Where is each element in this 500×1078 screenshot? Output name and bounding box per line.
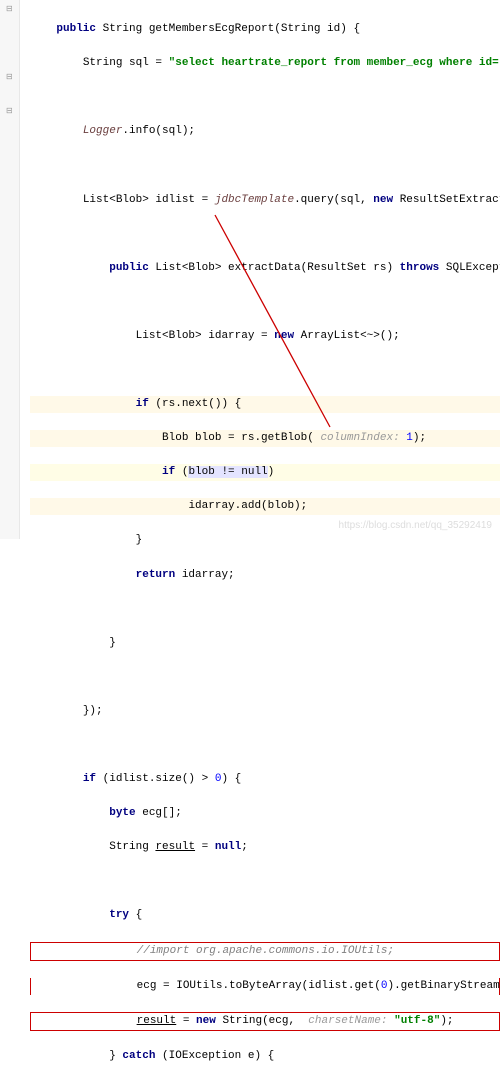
string-literal: "utf-8" (394, 1015, 440, 1027)
code-text: ResultSetExtractor<List<Blob>>() { (393, 194, 500, 206)
code-text: } (136, 534, 143, 546)
code-text: List<Blob> idarray = (136, 330, 275, 342)
code-text: ); (440, 1015, 453, 1027)
number-literal: 0 (381, 980, 388, 992)
code-line: public String getMembersEcgReport(String… (30, 21, 500, 38)
keyword: catch (122, 1050, 155, 1062)
code-text: } (109, 1050, 122, 1062)
field-ref: jdbcTemplate (215, 194, 294, 206)
keyword: if (83, 773, 96, 785)
code-text: .info(sql); (122, 125, 195, 137)
keyword: return (136, 569, 176, 581)
code-text: String getMembersEcgReport(String id) { (96, 23, 360, 35)
code-text: ecg[]; (136, 807, 182, 819)
code-line: Logger.info(sql); (30, 123, 500, 140)
code-line: byte ecg[]; (30, 805, 500, 822)
code-text: ) (268, 466, 275, 478)
code-line: List<Blob> idarray = new ArrayList<~>(); (30, 328, 500, 345)
code-line: } (30, 532, 500, 549)
code-text: (rs.next()) { (149, 398, 241, 410)
code-text: } (109, 637, 116, 649)
code-text: String (109, 841, 155, 853)
keyword: throws (400, 262, 440, 274)
code-line: return idarray; (30, 567, 500, 584)
blank-line (30, 157, 500, 174)
blank-line (30, 89, 500, 106)
code-line: try { (30, 907, 500, 924)
keyword: if (162, 466, 175, 478)
var-warning: result (137, 1015, 177, 1027)
code-line: }); (30, 703, 500, 720)
code-text: ); (413, 432, 426, 444)
code-text: (idlist.size() > (96, 773, 215, 785)
var-warning: result (155, 841, 195, 853)
code-text: ( (175, 466, 188, 478)
code-text: idarray; (175, 569, 234, 581)
blank-line (30, 737, 500, 754)
code-line: } (30, 635, 500, 652)
code-line: } catch (IOException e) { (30, 1048, 500, 1065)
blank-line (30, 362, 500, 379)
keyword: if (136, 398, 149, 410)
code-text: ) { (221, 773, 241, 785)
blank-line (30, 601, 500, 618)
code-text: idarray.add(blob); (188, 500, 307, 512)
code-text: { (129, 909, 142, 921)
code-text: (IOException e) { (155, 1050, 274, 1062)
code-line-caret: if (blob != null) (30, 464, 500, 481)
code-text: = (195, 841, 215, 853)
param-hint: charsetName: (302, 1015, 394, 1027)
comment: //import org.apache.commons.io.IOUtils; (137, 945, 394, 957)
code-line: String result = null; (30, 839, 500, 856)
code-line: List<Blob> idlist = jdbcTemplate.query(s… (30, 192, 500, 209)
selection: blob != null (188, 466, 267, 478)
blank-line (30, 226, 500, 243)
field-ref: Logger (83, 125, 123, 137)
code-text: ; (241, 841, 248, 853)
code-line: public List<Blob> extractData(ResultSet … (30, 260, 500, 277)
keyword: new (196, 1015, 216, 1027)
string-literal: "select heartrate_report from member_ecg… (169, 57, 500, 69)
code-line-annotated: ecg = IOUtils.toByteArray(idlist.get(0).… (30, 978, 500, 995)
code-text: SQLException, DataAccessException (439, 262, 500, 274)
code-line-highlighted: idarray.add(blob); (30, 498, 500, 515)
code-text: }); (83, 705, 103, 717)
code-line-highlighted: Blob blob = rs.getBlob( columnIndex: 1); (30, 430, 500, 447)
code-line-highlighted: if (rs.next()) { (30, 396, 500, 413)
keyword: null (215, 841, 241, 853)
keyword: try (109, 909, 129, 921)
code-text: List<Blob> extractData(ResultSet rs) (149, 262, 400, 274)
number-literal: 0 (215, 773, 222, 785)
code-text: ArrayList<~>(); (294, 330, 400, 342)
code-line: String sql = "select heartrate_report fr… (30, 55, 500, 72)
blank-line (30, 669, 500, 686)
code-line-annotated: result = new String(ecg, charsetName: "u… (30, 1012, 500, 1031)
code-text: ecg = IOUtils.toByteArray(idlist.get( (137, 980, 381, 992)
code-line-annotated: //import org.apache.commons.io.IOUtils; (30, 942, 500, 961)
blank-line (30, 873, 500, 890)
code-text: = (176, 1015, 196, 1027)
keyword: byte (109, 807, 135, 819)
code-text: ).getBinaryStream()); (387, 980, 500, 992)
code-text: String sql = (83, 57, 169, 69)
number-literal: 1 (406, 432, 413, 444)
keyword: public (56, 23, 96, 35)
code-editor[interactable]: public String getMembersEcgReport(String… (0, 0, 500, 1078)
code-line: if (idlist.size() > 0) { (30, 771, 500, 788)
keyword: new (373, 194, 393, 206)
code-text: String(ecg, (216, 1015, 302, 1027)
blank-line (30, 294, 500, 311)
code-text: Blob blob = rs.getBlob( (162, 432, 314, 444)
code-text: .query(sql, (294, 194, 373, 206)
code-text: List<Blob> idlist = (83, 194, 215, 206)
keyword: public (109, 262, 149, 274)
param-hint: columnIndex: (314, 432, 406, 444)
watermark: https://blog.csdn.net/qq_35292419 (339, 518, 492, 534)
keyword: new (274, 330, 294, 342)
